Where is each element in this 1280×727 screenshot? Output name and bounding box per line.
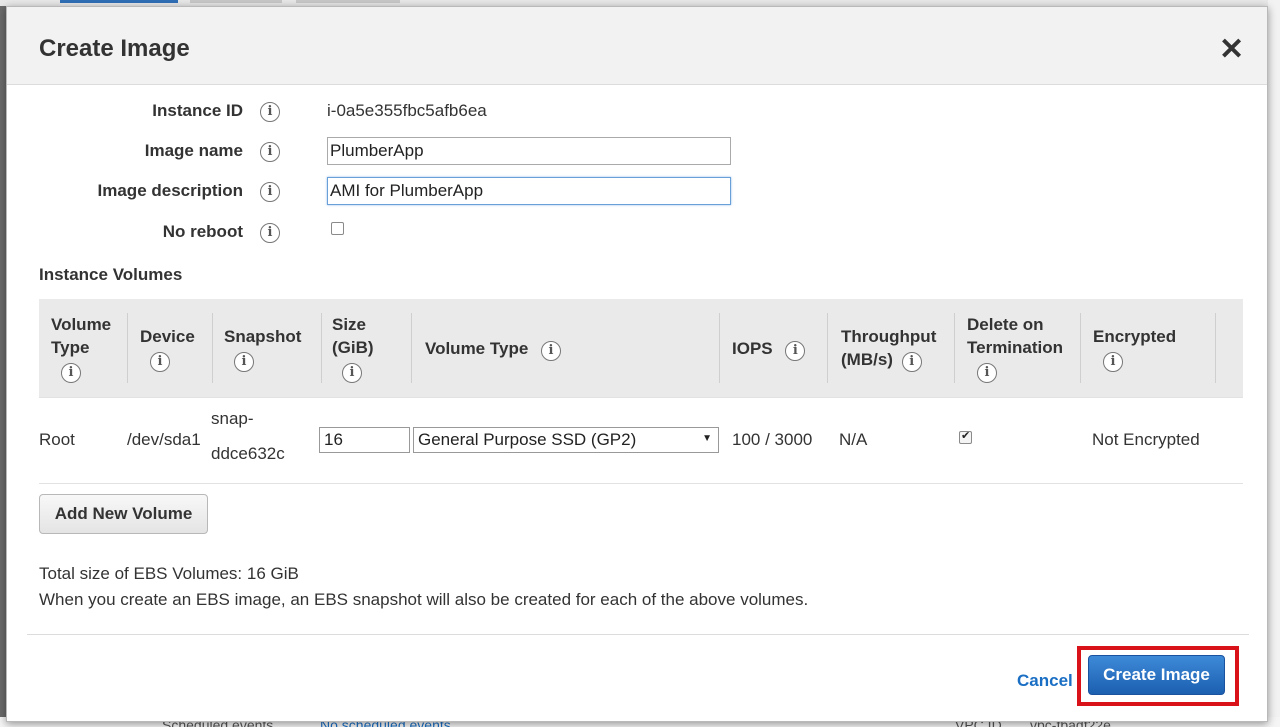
row-throughput: N/A <box>839 430 868 449</box>
create-image-dialog: Create Image ✕ Instance ID i i-0a5e355fb… <box>6 6 1268 722</box>
create-image-button[interactable]: Create Image <box>1088 655 1225 695</box>
encrypted-info-icon[interactable]: i <box>1103 352 1123 372</box>
add-new-volume-button[interactable]: Add New Volume <box>39 494 208 534</box>
instance-volumes-title: Instance Volumes <box>39 265 183 284</box>
column-separator <box>321 313 322 383</box>
column-separator <box>954 313 955 383</box>
no-reboot-checkbox[interactable] <box>331 222 344 235</box>
ebs-volume-type-info-icon[interactable]: i <box>541 341 562 361</box>
row-encrypted: Not Encrypted <box>1092 430 1200 449</box>
no-reboot-info-icon[interactable]: i <box>260 223 280 243</box>
background-page-right <box>1268 0 1280 727</box>
chevron-down-icon: ▼ <box>702 433 712 444</box>
snapshot-note-text: When you create an EBS image, an EBS sna… <box>39 590 809 609</box>
column-header-delete-on-termination: Delete on Termination i <box>967 313 1063 383</box>
column-separator <box>719 313 720 383</box>
volumes-table-header: Volume Type i Device i Snapshot i Size (… <box>39 299 1243 397</box>
total-size-text: Total size of EBS Volumes: 16 GiB <box>39 564 299 583</box>
column-separator <box>127 313 128 383</box>
image-description-info-icon[interactable]: i <box>260 182 280 202</box>
column-separator <box>212 313 213 383</box>
background-tab-active <box>60 0 178 3</box>
column-header-snapshot: Snapshot i <box>224 325 301 372</box>
device-info-icon[interactable]: i <box>150 352 170 372</box>
size-info-icon[interactable]: i <box>342 363 362 383</box>
column-header-size: Size (GiB) i <box>332 313 374 383</box>
background-tab <box>190 0 282 3</box>
column-separator <box>411 313 412 383</box>
footer-divider <box>27 634 1249 635</box>
column-separator <box>1215 313 1216 383</box>
row-snapshot: snap- ddce632c <box>211 409 285 463</box>
background-tab <box>296 0 400 3</box>
column-header-volume-type: Volume Type i <box>51 313 111 383</box>
row-device: /dev/sda1 <box>127 430 201 449</box>
iops-info-icon[interactable]: i <box>785 341 806 361</box>
image-description-label: Image description <box>97 181 243 200</box>
column-header-device: Device i <box>140 325 195 372</box>
volume-type-info-icon[interactable]: i <box>61 363 81 383</box>
row-ebs-volume-type-value: General Purpose SSD (GP2) <box>418 430 637 449</box>
delete-on-termination-info-icon[interactable]: i <box>977 363 997 383</box>
no-reboot-label: No reboot <box>162 222 243 241</box>
table-row-border <box>39 397 1243 398</box>
column-separator <box>1080 313 1081 383</box>
column-header-throughput: Throughput (MB/s) i <box>841 325 936 372</box>
row-delete-on-termination-checkbox[interactable] <box>959 429 972 444</box>
row-ebs-volume-type-select[interactable]: General Purpose SSD (GP2) ▼ <box>413 427 719 453</box>
dialog-header: Create Image ✕ <box>7 7 1267 85</box>
row-size-input[interactable] <box>319 427 410 453</box>
image-name-input[interactable] <box>327 137 731 165</box>
column-header-ebs-volume-type: Volume Type i <box>425 337 562 361</box>
snapshot-info-icon[interactable]: i <box>234 352 254 372</box>
close-icon[interactable]: ✕ <box>1219 35 1244 65</box>
instance-id-value: i-0a5e355fbc5afb6ea <box>327 101 487 120</box>
image-name-info-icon[interactable]: i <box>260 142 280 162</box>
dialog-title: Create Image <box>39 35 190 62</box>
table-row-border <box>39 483 1243 484</box>
row-volume-type: Root <box>39 430 75 449</box>
throughput-info-icon[interactable]: i <box>901 352 922 372</box>
column-header-encrypted: Encrypted i <box>1093 325 1176 372</box>
cancel-button[interactable]: Cancel <box>1017 671 1073 691</box>
row-iops: 100 / 3000 <box>732 430 813 449</box>
instance-id-info-icon[interactable]: i <box>260 102 280 122</box>
column-separator <box>827 313 828 383</box>
image-description-input[interactable] <box>327 177 731 205</box>
column-header-iops: IOPS i <box>732 337 806 361</box>
instance-id-label: Instance ID <box>152 101 243 120</box>
image-name-label: Image name <box>144 141 243 160</box>
